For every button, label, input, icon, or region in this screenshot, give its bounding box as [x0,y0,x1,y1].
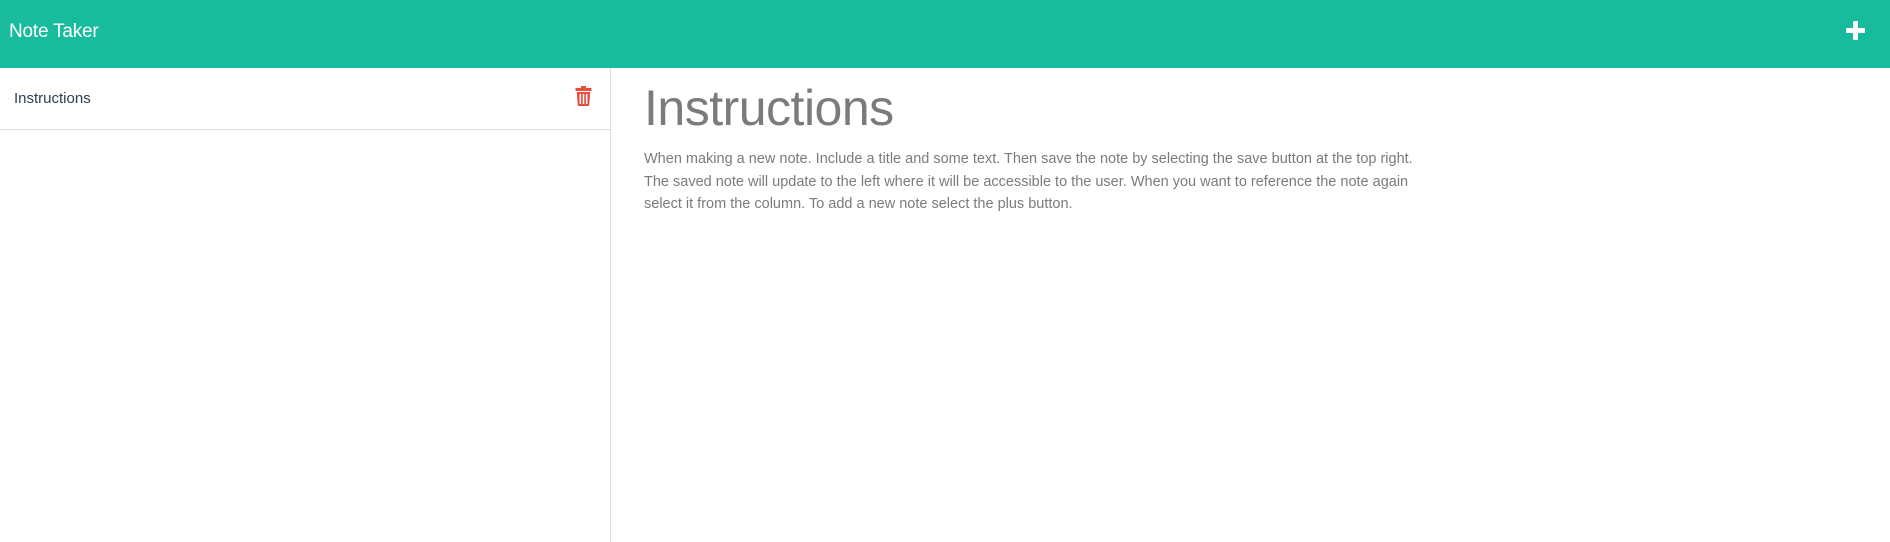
note-list: Instructions [0,68,610,130]
trash-icon [575,86,592,106]
list-item-instructions[interactable]: Instructions [0,68,610,130]
note-editor: Instructions When making a new note. Inc… [612,68,1890,542]
note-text: When making a new note. Include a title … [644,151,1413,212]
new-note-button[interactable] [1820,0,1890,68]
note-title: Instructions [644,80,894,136]
note-list-title: Instructions [14,90,91,107]
delete-note-button[interactable] [575,86,592,106]
app-brand: Note Taker [9,21,99,42]
notes-sidebar: Instructions [0,68,611,542]
top-navbar: Note Taker [0,0,1890,68]
plus-icon [1846,21,1865,40]
